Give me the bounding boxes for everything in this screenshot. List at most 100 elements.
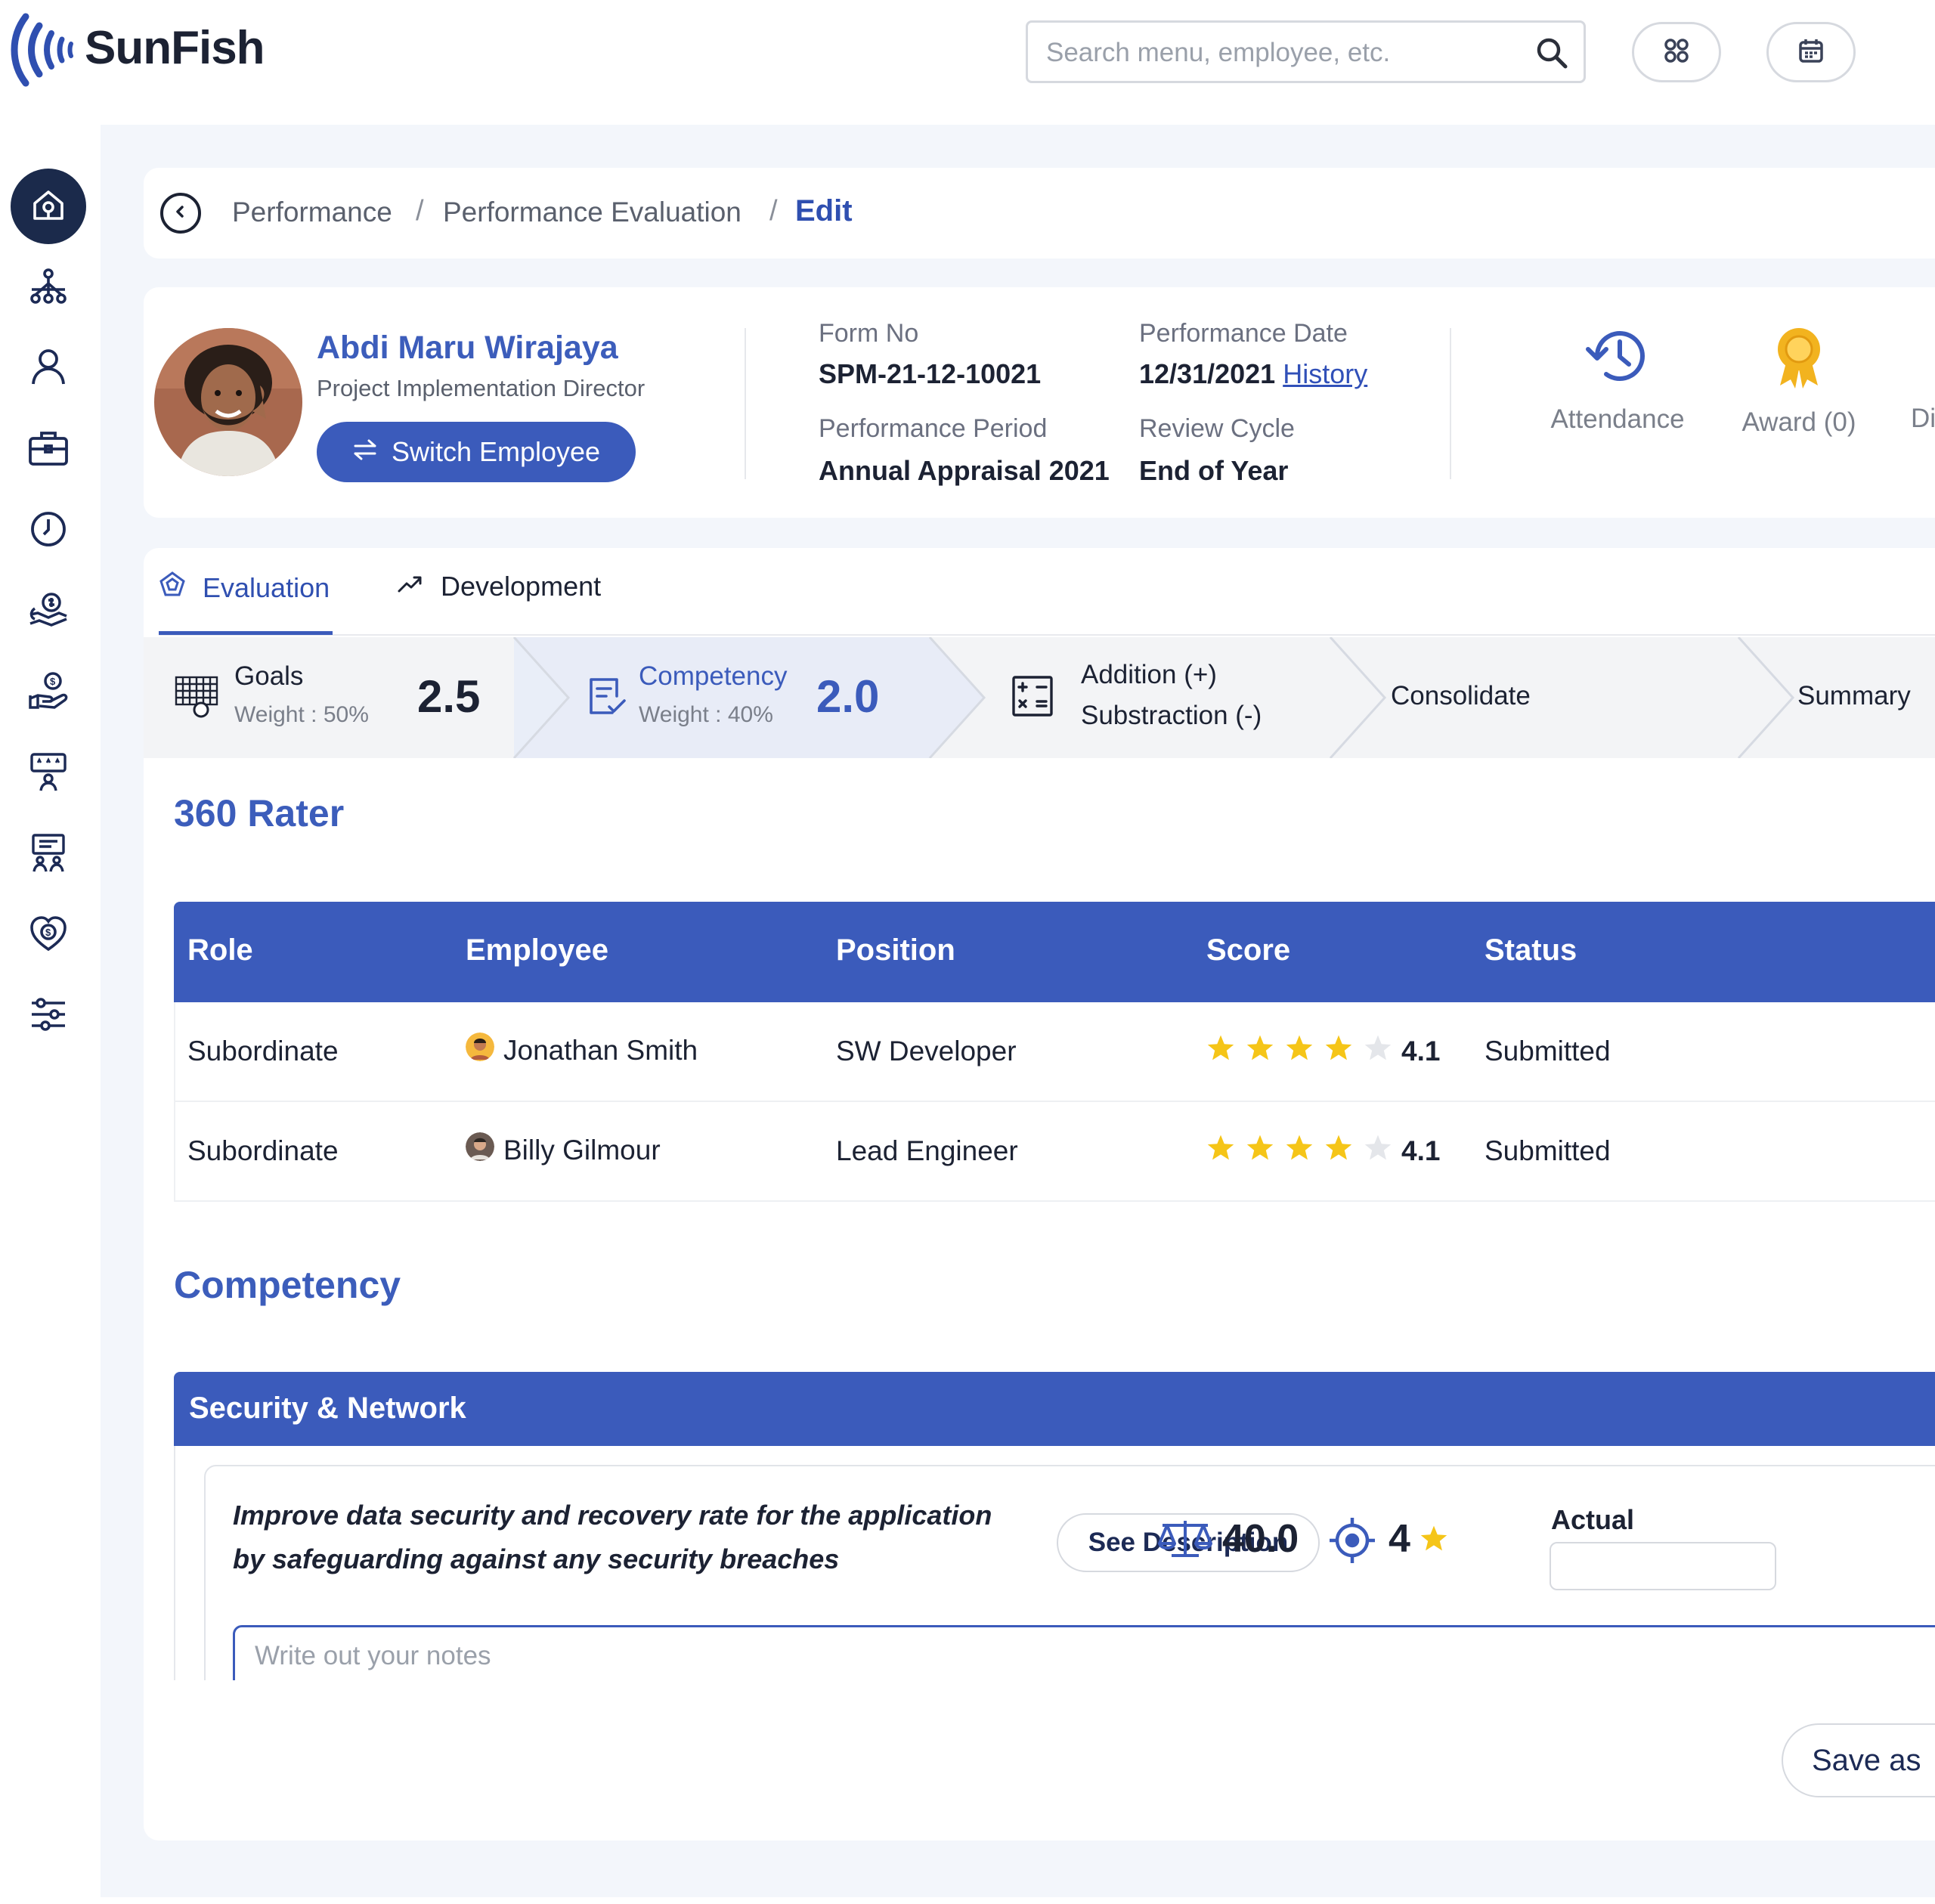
performance-date-value: 12/31/2021 History (1139, 358, 1367, 390)
presentation-icon (29, 832, 68, 877)
calendar-icon (1797, 37, 1825, 68)
star-filled-icon (1207, 1135, 1234, 1160)
star-filled-icon (1286, 1035, 1313, 1060)
active-tab-indicator (159, 631, 333, 635)
back-button[interactable] (160, 193, 201, 234)
trend-up-icon (397, 571, 424, 602)
competency-group-header: Security & Network (174, 1372, 1935, 1446)
actual-label: Actual (1551, 1504, 1635, 1535)
breadcrumb-performance[interactable]: Performance (232, 197, 392, 228)
breadcrumb-performance-evaluation[interactable]: Performance Evaluation (443, 197, 741, 228)
star-filled-icon (1246, 1035, 1274, 1060)
column-header-employee: Employee (466, 933, 608, 967)
performance-period-value: Annual Appraisal 2021 (819, 455, 1110, 486)
sidebar-item-wellness[interactable]: $ (11, 897, 86, 973)
table-header: Role Employee Position Score Status (174, 902, 1935, 1002)
sidebar-item-time[interactable] (11, 493, 86, 568)
cell-status: Submitted (1485, 1135, 1611, 1166)
sidebar-item-home[interactable] (11, 169, 86, 244)
tab-evaluation-label: Evaluation (203, 571, 330, 603)
sidebar-item-settings[interactable] (11, 978, 86, 1054)
step-goals-name: Goals (234, 661, 304, 691)
star-filled-icon (1207, 1035, 1234, 1060)
performance-date-label: Performance Date (1139, 319, 1348, 348)
calendar-button[interactable] (1766, 22, 1856, 82)
breadcrumb-separator: / (416, 195, 424, 227)
sidebar-item-employee[interactable] (11, 331, 86, 407)
settings-sliders-icon (29, 997, 68, 1036)
award-link[interactable]: Award (0) (1720, 325, 1878, 438)
step-competency-name: Competency (639, 661, 788, 691)
calculator-icon (1011, 675, 1054, 721)
step-consolidate[interactable]: Consolidate (1391, 637, 1738, 758)
step-goals[interactable]: Goals Weight : 50% 2.5 (144, 637, 514, 758)
table-row[interactable]: Subordinate Jonathan Smith SW Developer … (174, 1002, 1935, 1102)
tab-development[interactable]: Development (397, 571, 601, 602)
sidebar: $ $ (0, 125, 101, 1897)
cell-employee: Billy Gilmour (466, 1132, 661, 1168)
tab-evaluation[interactable]: Evaluation (159, 571, 330, 605)
form-no-value: SPM-21-12-10021 (819, 358, 1042, 389)
chevron-left-icon (173, 204, 188, 223)
step-consolidate-label: Consolidate (1391, 681, 1531, 711)
attendance-link[interactable]: Attendance (1538, 325, 1697, 435)
tab-divider (159, 634, 1935, 636)
step-competency[interactable]: Competency Weight : 40% 2.0 (567, 637, 945, 758)
employee-title: Project Implementation Director (317, 375, 646, 401)
divider (745, 328, 746, 479)
checklist-icon (587, 675, 627, 721)
save-as-button[interactable]: Save as (1782, 1723, 1935, 1797)
tab-development-label: Development (441, 571, 602, 602)
discipline-link[interactable]: Di (1911, 325, 1935, 434)
hand-coin-icon: $ (27, 671, 70, 714)
step-addition-label: Addition (+) (1081, 660, 1217, 689)
table-row[interactable]: Subordinate Billy Gilmour Lead Engineer … (174, 1102, 1935, 1202)
soccer-goal-icon (174, 673, 219, 723)
notes-input[interactable] (233, 1625, 1935, 1680)
cell-position: SW Developer (836, 1036, 1017, 1067)
sidebar-item-training[interactable] (11, 816, 86, 892)
sidebar-item-jobs[interactable] (11, 412, 86, 488)
competency-group-body: Improve data security and recovery rate … (174, 1446, 1935, 1680)
competency-group-title: Security & Network (189, 1392, 466, 1425)
target-number: 4 (1389, 1517, 1410, 1561)
home-icon (30, 187, 67, 227)
star-filled-icon (1325, 1135, 1352, 1160)
sidebar-item-benefits[interactable]: $ (11, 655, 86, 730)
sidebar-item-payroll[interactable] (11, 574, 86, 649)
heart-coin-icon: $ (29, 914, 68, 957)
apps-button[interactable] (1632, 22, 1721, 82)
search-icon[interactable] (1535, 36, 1568, 73)
star-filled-icon (1286, 1135, 1313, 1160)
cell-role: Subordinate (187, 1135, 339, 1166)
step-summary-label: Summary (1797, 681, 1911, 711)
evaluation-stepper: Goals Weight : 50% 2.5 Competency Weight… (144, 637, 1935, 758)
top-bar: SunFish (0, 0, 1935, 125)
competency-section-title: Competency (174, 1264, 401, 1306)
column-header-position: Position (836, 933, 955, 967)
breadcrumb-separator: / (769, 195, 778, 227)
app-name: SunFish (85, 22, 265, 74)
sidebar-item-organization[interactable] (11, 250, 86, 326)
search-box[interactable] (1026, 20, 1586, 83)
step-substraction-label: Substraction (-) (1081, 701, 1262, 730)
apps-grid-icon (1663, 37, 1690, 68)
employee-avatar (466, 1032, 494, 1068)
employee-name: Billy Gilmour (503, 1134, 661, 1166)
sidebar-item-performance[interactable] (11, 735, 86, 811)
star-empty-icon (1364, 1035, 1392, 1060)
step-summary[interactable]: Summary (1797, 637, 1935, 758)
breadcrumb: Performance / Performance Evaluation / E… (144, 168, 1935, 259)
step-addition-substraction[interactable]: Addition (+) Substraction (-) (983, 637, 1338, 758)
column-header-status: Status (1485, 933, 1577, 967)
rater-table: Role Employee Position Score Status Subo… (174, 902, 1935, 1202)
cell-score: 4.1 (1401, 1036, 1441, 1067)
training-board-icon (29, 751, 68, 796)
actual-input[interactable] (1550, 1542, 1776, 1590)
history-link[interactable]: History (1283, 358, 1367, 389)
discipline-label: Di (1911, 404, 1935, 433)
star-icon (1420, 1516, 1448, 1562)
pentagon-chart-icon (159, 571, 186, 605)
switch-employee-button[interactable]: Switch Employee (317, 422, 636, 482)
search-input[interactable] (1046, 30, 1515, 76)
